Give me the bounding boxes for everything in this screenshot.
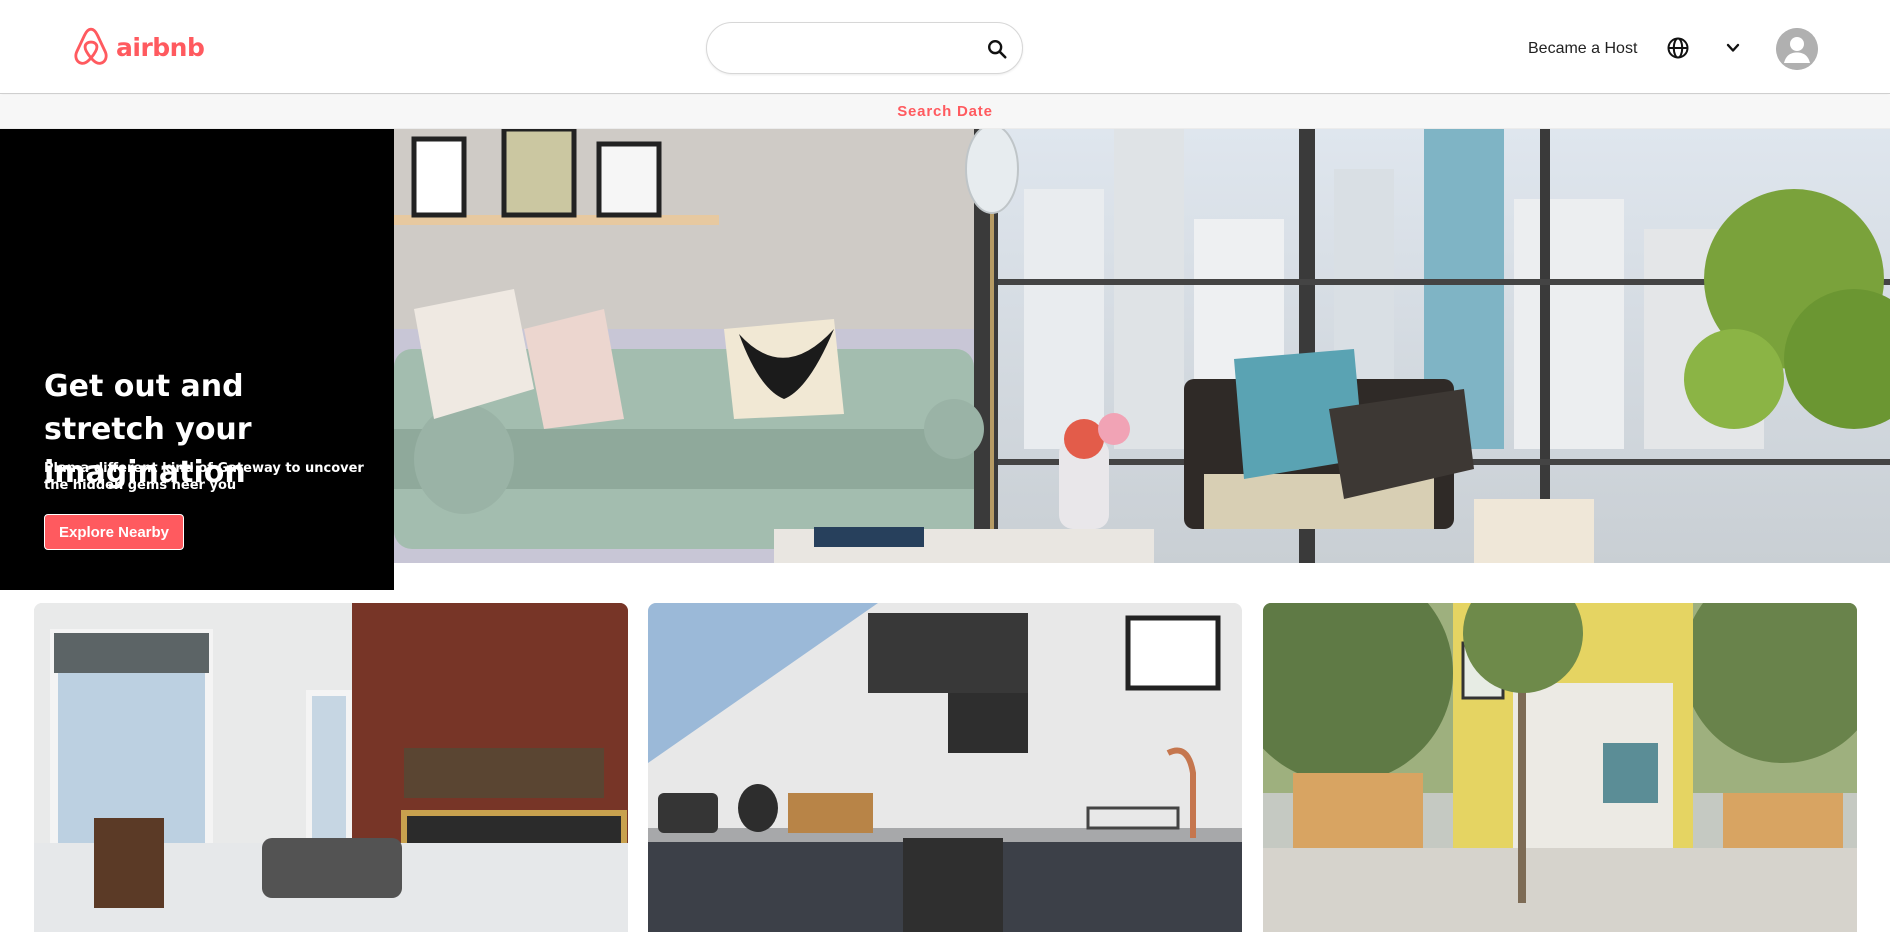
hero-panel: Get out and stretch your imagination Pla… (0, 129, 394, 590)
listing-card-house[interactable] (1263, 603, 1857, 932)
globe-icon[interactable] (1666, 36, 1690, 60)
date-search-bar: Search Date (0, 95, 1890, 129)
hero-image (394, 129, 1890, 563)
explore-nearby-button[interactable]: Explore Nearby (44, 514, 184, 550)
search-icon[interactable] (986, 38, 1008, 60)
airbnb-logo-icon (74, 27, 108, 65)
become-host-link[interactable]: Became a Host (1528, 40, 1637, 58)
listing-card-kitchen[interactable] (648, 603, 1242, 932)
user-avatar[interactable] (1776, 28, 1818, 70)
listing-card-bedroom[interactable] (34, 603, 628, 932)
top-navbar: airbnb Became a Host (0, 0, 1890, 94)
search-bar (706, 22, 1023, 74)
hero-subtitle: Plan a different kind of Gateway to unco… (44, 461, 364, 493)
search-input[interactable] (725, 35, 965, 63)
logo-text: airbnb (116, 32, 205, 62)
airbnb-logo[interactable]: airbnb (72, 26, 205, 68)
search-date-link[interactable]: Search Date (0, 103, 1890, 120)
user-avatar-icon (1776, 28, 1818, 70)
chevron-down-icon[interactable] (1723, 38, 1743, 58)
